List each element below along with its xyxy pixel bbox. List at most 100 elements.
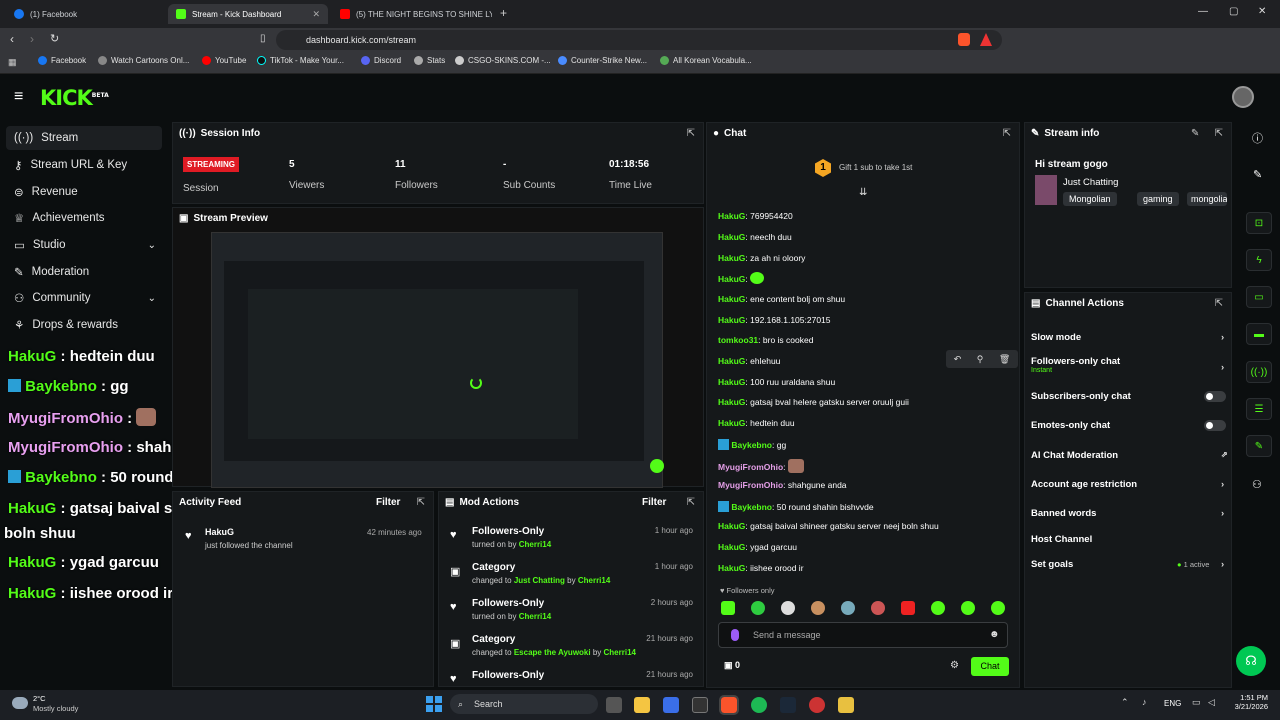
weather-temp[interactable]: 2°C <box>33 694 46 703</box>
close-window-icon[interactable]: ✕ <box>1258 6 1266 17</box>
back-icon[interactable]: ‹ <box>10 32 14 46</box>
minimize-icon[interactable]: — <box>1198 6 1208 17</box>
weather-icon[interactable] <box>12 697 28 709</box>
popout-icon[interactable]: ⇱ <box>1215 128 1223 139</box>
rail-button-lightning[interactable]: ϟ <box>1246 249 1272 271</box>
tab-youtube[interactable]: (5) THE NIGHT BEGINS TO SHINE LYI <box>332 4 492 24</box>
emote-picker-item[interactable] <box>901 601 915 615</box>
emote-picker-item[interactable] <box>751 601 765 615</box>
banned-words-item[interactable]: Banned words › <box>1031 508 1224 519</box>
tab-kick-dashboard[interactable]: Stream - Kick Dashboard ✕ <box>168 4 328 24</box>
slow-mode-item[interactable]: Slow mode › <box>1031 332 1224 343</box>
stream-preview-video[interactable] <box>211 232 664 488</box>
host-channel-item[interactable]: Host Channel <box>1031 534 1092 545</box>
reload-icon[interactable]: ↻ <box>50 32 59 45</box>
pinned-toggle-icon[interactable]: ⇊ <box>859 187 867 198</box>
sidebar-item-community[interactable]: ⚇ Community ⌄ <box>6 286 162 310</box>
gift-sub-text[interactable]: Gift 1 sub to take 1st <box>839 163 912 172</box>
weather-desc[interactable]: Mostly cloudy <box>33 704 78 713</box>
activity-filter-button[interactable]: Filter <box>376 497 400 508</box>
volume-icon[interactable]: ◁ <box>1208 697 1215 708</box>
sidebar-item-stream[interactable]: ((·)) Stream <box>6 126 162 150</box>
maximize-icon[interactable]: ▢ <box>1229 6 1238 17</box>
file-explorer-icon[interactable] <box>634 697 650 713</box>
new-tab-icon[interactable]: + <box>500 6 507 20</box>
help-chat-button[interactable]: ☊ <box>1236 646 1266 676</box>
language-indicator[interactable]: ENG <box>1164 699 1181 708</box>
emote-picker-item[interactable] <box>871 601 885 615</box>
emote-picker-item[interactable] <box>811 601 825 615</box>
tag[interactable]: mongolian <box>1187 192 1227 206</box>
users-icon[interactable]: ⚇ <box>1252 478 1262 491</box>
emote-picker-item[interactable] <box>841 601 855 615</box>
chat-settings-icon[interactable]: ⚙ <box>950 660 959 671</box>
channel-points[interactable]: ▣ 0 <box>724 660 740 671</box>
microphone-icon[interactable]: ♪ <box>1142 697 1147 707</box>
rail-button-screenshot[interactable]: ⊡ <box>1246 212 1272 234</box>
windows-start-icon[interactable] <box>426 696 442 712</box>
sidebar-item-studio[interactable]: ▭ Studio ⌄ <box>6 233 162 257</box>
bookmark-stats[interactable]: Stats <box>414 56 445 65</box>
emote-picker-item[interactable] <box>721 601 735 615</box>
popout-icon[interactable]: ⇱ <box>687 497 695 508</box>
apps-grid-icon[interactable]: ▦ <box>8 57 17 68</box>
bookmark-facebook[interactable]: Facebook <box>38 56 86 65</box>
app-icon[interactable] <box>809 697 825 713</box>
emote-picker-item[interactable] <box>781 601 795 615</box>
steam-icon[interactable] <box>780 697 796 713</box>
bookmark-youtube[interactable]: YouTube <box>202 56 246 65</box>
bookmark-korean-vocab[interactable]: All Korean Vocabula... <box>660 56 752 65</box>
delete-icon[interactable]: 🗑 <box>999 354 1010 365</box>
send-chat-button[interactable]: Chat <box>971 657 1009 676</box>
microphone-icon[interactable] <box>731 629 739 641</box>
spotify-icon[interactable] <box>751 697 767 713</box>
info-icon[interactable]: ⓘ <box>1252 130 1263 146</box>
subscribers-only-toggle[interactable] <box>1204 391 1226 402</box>
tab-facebook[interactable]: (1) Facebook <box>6 4 166 24</box>
bookmark-cartoons[interactable]: Watch Cartoons Onl... <box>98 56 189 65</box>
rail-button-broadcast[interactable]: ((·)) <box>1246 361 1272 383</box>
taskbar-clock[interactable]: 1:51 PM 3/21/2026 <box>1228 693 1268 711</box>
category-name[interactable]: Just Chatting <box>1063 177 1118 188</box>
chevron-up-icon[interactable]: ⌃ <box>1121 697 1129 708</box>
sidebar-item-achievements[interactable]: ♕ Achievements <box>6 206 162 230</box>
mod-filter-button[interactable]: Filter <box>642 497 666 508</box>
rail-button-wrench[interactable]: ✎ <box>1246 435 1272 457</box>
account-age-restriction-item[interactable]: Account age restriction › <box>1031 479 1224 490</box>
pencil-icon[interactable]: ✎ <box>1253 168 1262 181</box>
emotes-only-toggle[interactable] <box>1204 420 1226 431</box>
set-goals-item[interactable]: Set goals ● 1 active › <box>1031 559 1224 570</box>
brave-icon[interactable] <box>719 695 739 715</box>
tag[interactable]: Mongolian <box>1063 192 1117 206</box>
rail-button-layout[interactable]: ☰ <box>1246 398 1272 420</box>
reply-icon[interactable]: ↶ <box>954 354 962 365</box>
forward-icon[interactable]: › <box>30 32 34 46</box>
emote-picker-item[interactable] <box>931 601 945 615</box>
ai-chat-moderation-item[interactable]: AI Chat Moderation ⇗ <box>1031 450 1228 461</box>
taskbar-search[interactable]: ⌕ Search <box>450 694 598 714</box>
app-icon[interactable] <box>838 697 854 713</box>
bookmark-counter-strike[interactable]: Counter-Strike New... <box>558 56 647 65</box>
store-icon[interactable] <box>663 697 679 713</box>
bookmark-tiktok[interactable]: TikTok - Make Your... <box>257 56 344 65</box>
popout-icon[interactable]: ⇱ <box>687 128 695 139</box>
close-tab-icon[interactable]: ✕ <box>312 9 320 20</box>
popout-icon[interactable]: ⇱ <box>417 497 425 508</box>
address-bar[interactable]: dashboard.kick.com/stream <box>276 30 1002 50</box>
bookmark-icon[interactable]: ▯ <box>260 33 266 44</box>
bookmark-discord[interactable]: Discord <box>361 56 401 65</box>
popout-icon[interactable]: ⇱ <box>1215 298 1223 309</box>
brave-shield-icon[interactable] <box>958 33 970 46</box>
user-avatar[interactable] <box>1232 86 1254 108</box>
kick-logo[interactable]: KICKBETA <box>40 86 109 110</box>
sidebar-item-moderation[interactable]: ✎ Moderation <box>6 260 162 284</box>
rail-button-clipboard[interactable]: ▭ <box>1246 286 1272 308</box>
rail-button-chat[interactable]: ▬ <box>1246 323 1272 345</box>
network-icon[interactable]: ▭ <box>1192 697 1201 708</box>
sidebar-item-drops-rewards[interactable]: ⚘ Drops & rewards <box>6 313 162 337</box>
popout-icon[interactable]: ⇱ <box>1003 128 1011 139</box>
followers-only-chat-item[interactable]: Followers-only chat › Instant <box>1031 356 1224 374</box>
chat-input[interactable]: Send a message ☻ <box>718 622 1008 648</box>
emote-picker-item[interactable] <box>961 601 975 615</box>
emoji-icon[interactable]: ☻ <box>989 629 1000 640</box>
